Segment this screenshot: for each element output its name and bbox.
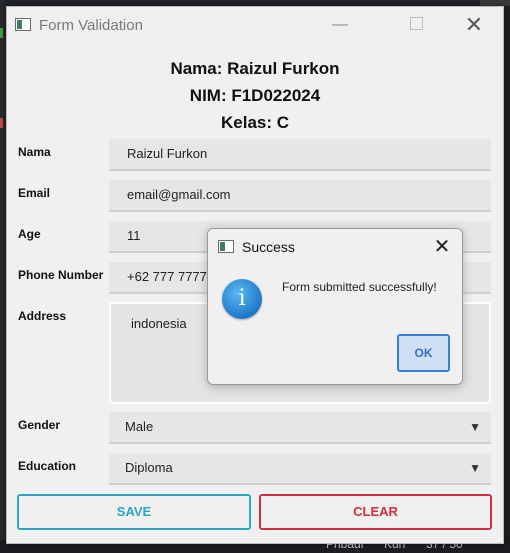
background-right-edge [504,0,510,553]
email-input[interactable]: email@gmail.com [109,180,491,212]
student-nim-heading: NIM: F1D022024 [189,86,321,105]
gender-selected-value: Male [125,419,154,434]
maximize-icon [409,17,423,31]
maximize-button[interactable] [393,7,439,43]
dialog-message: Form submitted successfully! [282,280,437,294]
minimize-button[interactable]: — [317,7,363,43]
gender-select[interactable]: Male ▼ [109,412,491,444]
success-dialog: Success ✕ i Form submitted successfully!… [207,228,463,385]
name-label: Nama [18,145,51,159]
chevron-down-icon: ▼ [469,420,481,434]
clear-button[interactable]: CLEAR [259,494,492,530]
phone-number-label: Phone Number [18,268,104,282]
app-window-icon [15,18,31,31]
email-label: Email [18,186,51,200]
student-name-heading: Nama: Raizul Furkon [170,59,340,78]
student-class-heading: Kelas: C [220,113,290,132]
info-icon: i [222,279,262,319]
save-button[interactable]: SAVE [17,494,251,530]
dialog-titlebar[interactable]: Success ✕ [208,229,462,265]
age-label: Age [18,227,41,241]
education-selected-value: Diploma [125,460,173,475]
name-input[interactable]: Raizul Furkon [109,139,491,171]
ok-button[interactable]: OK [397,334,450,372]
close-button[interactable]: ✕ [451,7,497,43]
dialog-close-button[interactable]: ✕ [422,229,462,265]
background-marker [0,118,3,128]
dialog-window-icon [218,240,234,253]
chevron-down-icon: ▼ [469,461,481,475]
window-titlebar[interactable]: Form Validation — ✕ [7,7,503,43]
education-label: Education [18,459,77,473]
address-label: Address [18,309,67,323]
background-marker [0,28,3,38]
education-select[interactable]: Diploma ▼ [109,453,491,485]
dialog-title: Success [242,239,295,255]
gender-label: Gender [18,418,61,432]
window-title: Form Validation [39,17,143,34]
